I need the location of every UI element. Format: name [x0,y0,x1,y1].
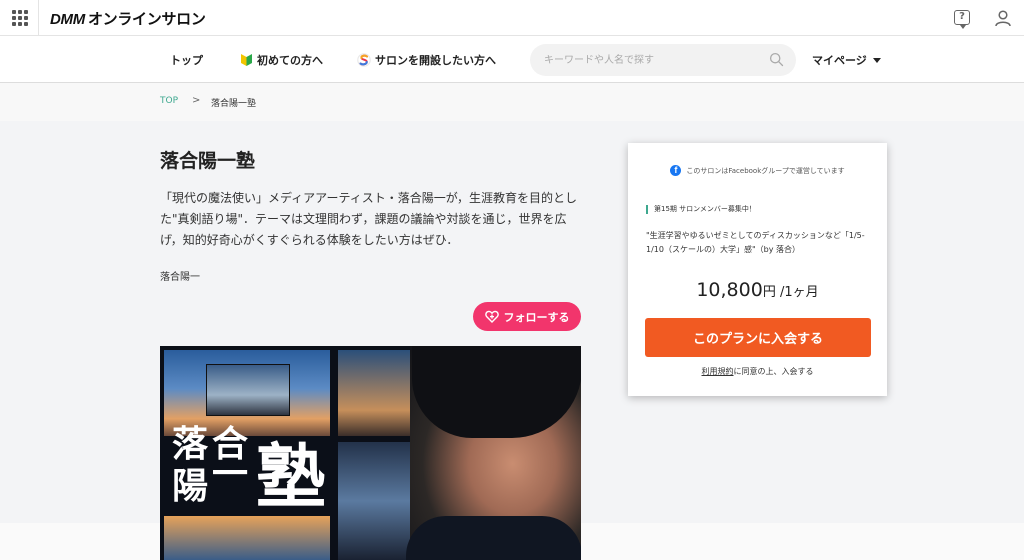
site-logo[interactable]: DMM オンラインサロン [50,8,206,29]
facebook-icon: f [670,165,682,176]
salon-logo-icon [357,53,371,67]
breadcrumb-current: 落合陽一塾 [211,99,257,109]
hero-cityscape-tile [338,350,410,436]
divider [38,0,39,36]
plan-card: f このサロンはFacebookグループで運営しています 第15期 サロンメンバ… [628,143,887,396]
mypage-label: マイページ [812,54,867,67]
price-yen: 円 [762,285,776,300]
plan-description: "生涯学習やゆるいゼミとしてのディスカッションなど「1/5-1/10（スケールの… [646,231,865,254]
nav-top-label: トップ [170,54,203,67]
mypage-dropdown[interactable]: マイページ [812,52,881,68]
facebook-note-text: このサロンはFacebookグループで運営しています [686,166,845,175]
salon-hero-image: 落 合 陽 一 塾 [160,346,581,560]
nav-open-salon-link[interactable]: サロンを開設したい方へ [357,52,496,68]
nav-open-salon-label: サロンを開設したい方へ [375,54,496,67]
chevron-down-icon [872,57,881,63]
join-plan-button[interactable]: このプランに入会する [645,318,871,357]
breadcrumb: TOP > 落合陽一塾 [0,83,1024,121]
plan-price: 10,800円 /1ヶ月 [628,279,887,301]
hero-kanji: 塾 [256,435,326,518]
nav-beginner-label: 初めての方へ [257,54,323,67]
terms-link[interactable]: 利用規約 [702,367,734,376]
breadcrumb-separator: > [192,95,201,106]
terms-note: 利用規約に同意の上、入会する [628,366,887,377]
help-icon[interactable]: ? [954,10,970,29]
hero-kanji: 落 [172,423,209,465]
breadcrumb-top-link[interactable]: TOP [160,96,178,106]
hero-cityscape-tile [164,516,330,560]
search-icon[interactable] [769,52,784,67]
hero-cityscape-tile [206,364,290,416]
follow-button[interactable]: フォローする [473,302,581,331]
grid-menu-icon[interactable] [12,10,28,26]
terms-suffix: に同意の上、入会する [733,367,814,376]
price-amount: 10,800 [696,279,763,301]
user-icon[interactable] [994,9,1012,27]
logo-brand: DMM [50,11,85,28]
hero-cityscape-tile [338,442,410,560]
salon-description: 「現代の魔法使い」メディアアーティスト・落合陽一が，生涯教育を目的とした"真剣語… [160,191,578,247]
salon-owner[interactable]: 落合陽一 [160,268,200,283]
top-bar: DMM オンラインサロン ? [0,0,1024,36]
logo-text: オンラインサロン [87,10,206,28]
price-period: /1ヶ月 [775,285,819,300]
nav-top-link[interactable]: トップ [170,52,203,68]
hero-portrait-shirt [406,516,581,560]
plan-tag: 第15期 サロンメンバー募集中！ [646,205,756,214]
salon-title: 落合陽一塾 [160,150,256,172]
follow-label: フォローする [503,311,570,324]
hero-kanji: 一 [212,453,249,495]
search-box [530,44,796,76]
nav-beginner-link[interactable]: 初めての方へ [240,52,323,68]
hero-kanji: 陽 [172,465,209,507]
main-nav: トップ 初めての方へ サロンを開設したい方へ マイページ [0,36,1024,83]
beginner-mark-icon [241,54,252,66]
search-input[interactable] [544,51,764,69]
heart-plus-icon [484,310,499,323]
facebook-note: f このサロンはFacebookグループで運営しています [628,165,887,176]
